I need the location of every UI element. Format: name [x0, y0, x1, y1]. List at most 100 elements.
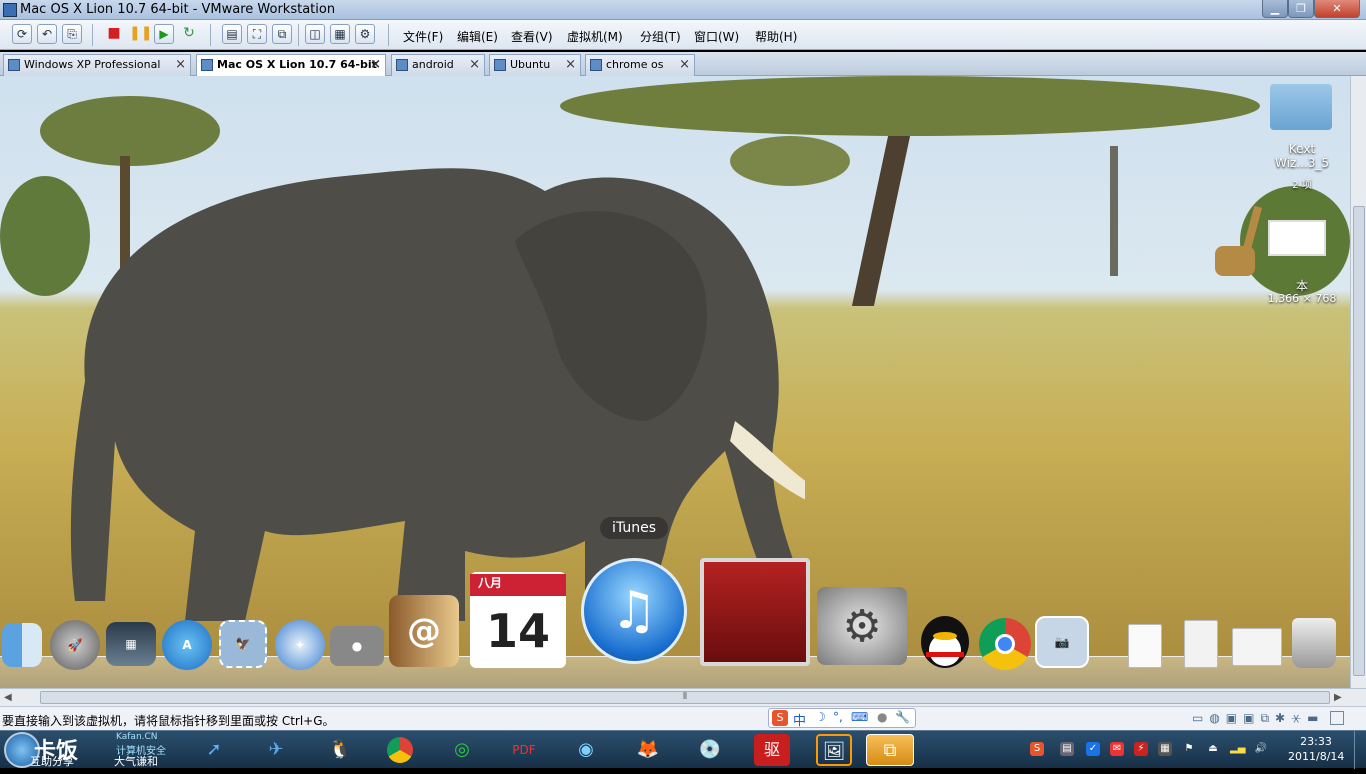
vm-icon	[590, 59, 602, 71]
stop-icon[interactable]: ■	[104, 24, 124, 44]
ime-punctuation-icon[interactable]: °,	[833, 710, 843, 724]
tab-ubuntu[interactable]: Ubuntu ×	[489, 54, 581, 76]
tab-mac-os-x-lion[interactable]: Mac OS X Lion 10.7 64-bit ×	[196, 54, 386, 77]
taskbar-disc-icon[interactable]: 💿	[692, 734, 728, 766]
taskbar-paint-icon[interactable]: 🖼	[816, 734, 852, 766]
close-tab-icon[interactable]: ×	[370, 55, 381, 75]
menu-window[interactable]: 窗口(W)	[694, 28, 739, 45]
finder-icon[interactable]	[2, 623, 42, 667]
close-tab-icon[interactable]: ×	[565, 55, 576, 75]
system-preferences-icon[interactable]: ⚙	[817, 587, 907, 665]
maximize-button[interactable]: ❐	[1288, 0, 1314, 18]
screenshot-file-icon[interactable]	[1268, 220, 1326, 256]
taskbar-qq-icon[interactable]: 🐧	[322, 734, 358, 766]
ical-icon[interactable]: 八月 14	[470, 572, 566, 668]
document-icon[interactable]	[1128, 624, 1162, 668]
qq-icon[interactable]	[916, 606, 974, 670]
preferences-icon[interactable]: ⚙	[355, 24, 375, 44]
revert-snapshot-icon[interactable]: ↶	[37, 24, 57, 44]
ime-keyboard-icon[interactable]: ⌨	[851, 710, 868, 724]
tab-windows-xp[interactable]: Windows XP Professional ×	[3, 54, 191, 76]
preview-icon[interactable]	[1232, 628, 1282, 666]
snapshot-icon[interactable]: ⟳	[12, 24, 32, 44]
tab-chrome-os[interactable]: chrome os ×	[585, 54, 695, 76]
horizontal-scroll-thumb[interactable]: ⦀	[40, 691, 1330, 704]
sogou-ime-icon[interactable]: S	[772, 710, 788, 726]
close-button[interactable]: ✕	[1314, 0, 1360, 18]
window-titlebar[interactable]: Mac OS X Lion 10.7 64-bit - VMware Works…	[0, 0, 1366, 20]
launchpad-icon[interactable]: 🚀	[50, 620, 100, 670]
pause-icon[interactable]: ❚❚	[129, 24, 152, 44]
folder-label[interactable]: Kext Wiz...3_5	[1262, 142, 1342, 170]
scroll-right-arrow-icon[interactable]: ▶	[1334, 692, 1342, 703]
menu-view[interactable]: 查看(V)	[511, 28, 553, 45]
full-screen-icon[interactable]: ⛶	[247, 24, 267, 44]
taskbar-foxmail-icon[interactable]: 🦊	[630, 734, 666, 766]
menu-help[interactable]: 帮助(H)	[755, 28, 797, 45]
close-tab-icon[interactable]: ×	[679, 55, 690, 75]
taskbar-chrome-icon[interactable]	[382, 734, 418, 766]
show-sidebar-icon[interactable]: ▤	[222, 24, 242, 44]
close-tab-icon[interactable]: ×	[175, 55, 186, 75]
message-log-icon[interactable]	[1330, 711, 1344, 725]
vertical-scroll-thumb[interactable]	[1353, 206, 1365, 676]
tray-qq-mail-icon[interactable]: ✉	[1110, 742, 1124, 756]
safari-icon[interactable]: ✦	[275, 620, 325, 670]
console-view-icon[interactable]: ◫	[305, 24, 325, 44]
tray-signal-icon[interactable]: ▂▄	[1230, 742, 1245, 756]
tray-shield-icon[interactable]: ✓	[1086, 742, 1100, 756]
tray-network-icon[interactable]: ▦	[1158, 742, 1172, 756]
unity-icon[interactable]: ⧉	[272, 24, 292, 44]
minimize-button[interactable]: ▁	[1262, 0, 1288, 18]
menu-file[interactable]: 文件(F)	[403, 28, 443, 45]
reset-icon[interactable]: ↻	[179, 24, 199, 44]
menu-group[interactable]: 分组(T)	[640, 28, 681, 45]
ime-user-icon[interactable]: ●	[877, 710, 887, 724]
vm-icon	[8, 59, 20, 71]
taskbar-driver-icon[interactable]: 驱	[754, 734, 790, 766]
thumbnail-icon[interactable]: ▦	[330, 24, 350, 44]
taskbar-ie-icon[interactable]: ➚	[196, 734, 232, 766]
close-tab-icon[interactable]: ×	[469, 55, 480, 75]
tray-usb-icon[interactable]: ⏏	[1206, 742, 1220, 756]
taskbar-bird-icon[interactable]: ✈	[258, 734, 294, 766]
scroll-left-arrow-icon[interactable]: ◀	[4, 692, 12, 703]
facetime-icon[interactable]: ●	[330, 626, 384, 666]
itunes-icon[interactable]: ♫	[581, 558, 687, 664]
address-book-icon[interactable]: @	[389, 595, 459, 667]
folder-icon[interactable]	[1270, 84, 1332, 130]
vm-display[interactable]: Kext Wiz...3_5 2 项 本 1,366 × 768 iTunes …	[0, 76, 1350, 688]
show-desktop-button[interactable]	[1354, 731, 1366, 769]
taskbar-green-icon[interactable]: ◎	[444, 734, 480, 766]
iphoto-icon[interactable]: 📷	[1035, 616, 1089, 668]
mission-control-icon[interactable]: ▦	[106, 622, 156, 666]
tray-volume-icon[interactable]: 🔊	[1254, 742, 1268, 756]
play-icon[interactable]: ▶	[154, 24, 174, 44]
mail-stamp-icon[interactable]: 🦅	[219, 620, 267, 668]
snapshot-manager-icon[interactable]: ⎘	[62, 24, 82, 44]
ime-toolbar[interactable]: S 中 ☽ °, ⌨ ● 🔧	[768, 708, 916, 729]
trash-icon[interactable]	[1292, 618, 1336, 668]
tab-android[interactable]: android ×	[391, 54, 485, 76]
taskbar-pdf-icon[interactable]: PDF	[506, 734, 542, 766]
tray-antivirus-icon[interactable]: ⚡	[1134, 742, 1148, 756]
ime-width-icon[interactable]: ☽	[815, 710, 826, 724]
taskbar-clock[interactable]: 23:33 2011/8/14	[1288, 734, 1344, 764]
tray-printer-icon[interactable]: ▤	[1060, 742, 1074, 756]
menu-edit[interactable]: 编辑(E)	[457, 28, 498, 45]
horizontal-scrollbar[interactable]: ◀ ⦀ ▶	[0, 688, 1366, 706]
menu-vm[interactable]: 虚拟机(M)	[567, 28, 623, 45]
document-icon-2[interactable]	[1184, 620, 1218, 668]
vertical-scrollbar[interactable]	[1350, 76, 1366, 688]
taskbar-player-icon[interactable]: ◉	[568, 734, 604, 766]
taskbar-vmware-icon[interactable]: ⧉	[866, 734, 914, 766]
vm-device-icons[interactable]: ▭◍▣▣⧉✱⚹▬	[1192, 711, 1332, 727]
tray-sogou-icon[interactable]: S	[1030, 742, 1044, 756]
chrome-icon[interactable]	[979, 618, 1031, 670]
folder-sublabel: 2 项	[1292, 180, 1312, 191]
ime-mode[interactable]: 中	[793, 710, 806, 729]
ime-settings-icon[interactable]: 🔧	[895, 710, 910, 724]
photo-booth-icon[interactable]	[700, 558, 810, 666]
app-store-icon[interactable]: A	[162, 620, 212, 670]
tray-flag-icon[interactable]: ⚑	[1182, 742, 1196, 756]
